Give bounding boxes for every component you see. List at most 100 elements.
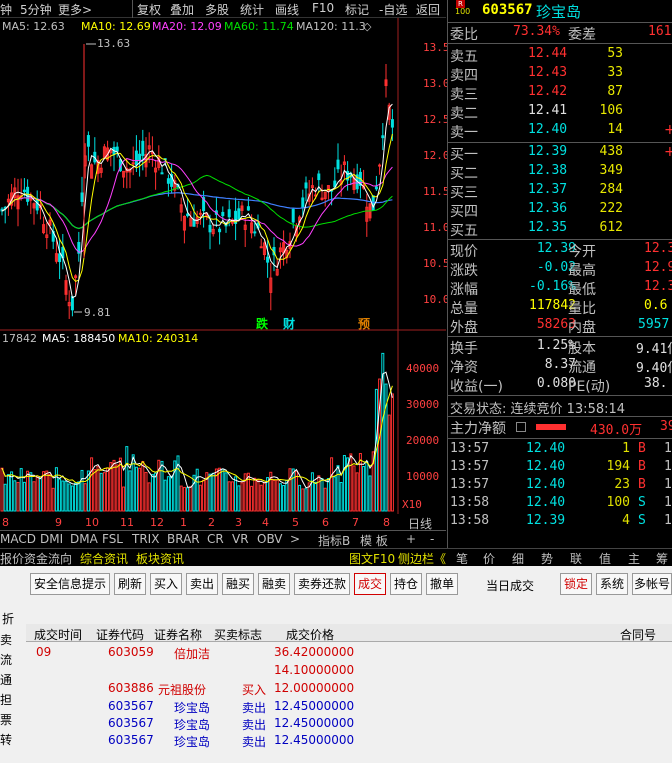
side-nav-item[interactable]: 通 (0, 671, 12, 688)
col-code[interactable]: 证券代码 (96, 626, 144, 643)
stock-code: 603567 (482, 2, 533, 18)
side-nav-item[interactable]: 票 (0, 711, 12, 728)
sell-button[interactable]: 卖出 (186, 573, 218, 595)
info-tab-f10[interactable]: 图文F10 (349, 550, 395, 567)
col-side[interactable]: 买卖标志 (214, 626, 262, 643)
side-nav-item[interactable]: 流 (0, 651, 12, 668)
bid-row[interactable]: 买二 12.38 349 (448, 163, 672, 182)
toolbar-item-fuquan[interactable]: 复权 (137, 1, 161, 18)
bid-row[interactable]: 买四 12.36 222 (448, 201, 672, 220)
main-flow-value: 430.0万 (590, 423, 643, 438)
indicator-tab-trix[interactable]: TRIX (132, 532, 159, 546)
zoom-out-button[interactable]: - (430, 532, 434, 546)
date-tick: 3 (235, 516, 242, 529)
toolbar-item-period-min[interactable]: 钟 (0, 1, 12, 18)
main-flow-detail-icon[interactable] (516, 422, 526, 432)
candle-body (253, 231, 257, 234)
toolbar-item-f10[interactable]: F10 (312, 1, 334, 15)
toolbar-item-stats[interactable]: 统计 (240, 1, 264, 18)
toolbar-item-mark[interactable]: 标记 (345, 1, 369, 18)
date-tick: 7 (352, 516, 359, 529)
side-tab-bi[interactable]: 笔 (456, 550, 468, 567)
side-nav-item[interactable]: 担 (0, 691, 12, 708)
table-row[interactable]: 603567 珍宝岛 卖出 12.45000000 (26, 715, 672, 732)
ask-row[interactable]: 卖四 12.43 33 (448, 65, 672, 84)
candle-body (186, 213, 190, 217)
ask-row[interactable]: 卖五 12.44 53 (448, 46, 672, 65)
indicator-tab-obv[interactable]: OBV (257, 532, 283, 546)
buy-button[interactable]: 买入 (150, 573, 182, 595)
side-tab-xi[interactable]: 细 (512, 550, 524, 567)
info-tab-quote[interactable]: 报价 (0, 550, 24, 567)
sell-repay-button[interactable]: 卖券还款 (294, 573, 350, 595)
side-tab-chou[interactable]: 筹 (656, 550, 668, 567)
multi-account-button[interactable]: 多帐号 (632, 573, 672, 595)
side-tab-jia[interactable]: 价 (483, 550, 495, 567)
lock-button[interactable]: 锁定 (560, 573, 592, 595)
indicator-tab-cr[interactable]: CR (207, 532, 224, 546)
security-info-button[interactable]: 安全信息提示 (30, 573, 110, 595)
info-tab-capital-flow[interactable]: 资金流向 (24, 550, 72, 567)
side-nav-item[interactable]: 卖 (0, 631, 12, 648)
toolbar-item-back[interactable]: 返回 (416, 1, 440, 18)
side-nav-item[interactable]: 折 (2, 610, 14, 627)
side-tab-lian[interactable]: 联 (570, 550, 582, 567)
side-nav-item[interactable]: 转 (0, 731, 12, 748)
margin-buy-button[interactable]: 融买 (222, 573, 254, 595)
table-row[interactable]: 603886 元祖股份 买入 12.00000000 (26, 680, 672, 697)
zoom-in-button[interactable]: + (406, 532, 416, 546)
table-row[interactable]: 09 603059 倍加洁 36.42000000 (26, 644, 672, 661)
indicator-tab-brar[interactable]: BRAR (167, 532, 200, 546)
bid-row[interactable]: 买五 12.35 612 (448, 220, 672, 239)
price-chart[interactable] (0, 18, 446, 331)
indicator-tab-dma[interactable]: DMA (70, 532, 98, 546)
ask-row[interactable]: 卖三 12.42 87 (448, 84, 672, 103)
indicator-tab-macd[interactable]: MACD (0, 532, 36, 546)
filled-orders-button[interactable]: 成交 (354, 573, 386, 595)
indicator-tab-fsl[interactable]: FSL (102, 532, 123, 546)
toolbar-item-multi[interactable]: 多股 (205, 1, 229, 18)
ask-row[interactable]: 卖一 12.40 14 + (448, 122, 672, 141)
marker-cai[interactable]: 财 (283, 315, 295, 332)
col-time[interactable]: 成交时间 (34, 626, 82, 643)
volume-chart[interactable] (0, 331, 446, 514)
indicator-tab-vr[interactable]: VR (232, 532, 249, 546)
toolbar-item-draw[interactable]: 画线 (275, 1, 299, 18)
indicator-tab-b[interactable]: 指标B (318, 532, 350, 549)
marker-yu[interactable]: 预 (358, 315, 370, 332)
toolbar-item-overlay[interactable]: 叠加 (170, 1, 194, 18)
ask-row[interactable]: 卖二 12.41 106 (448, 103, 672, 122)
toolbar-item-5min[interactable]: 5分钟 (20, 1, 52, 18)
cancel-order-button[interactable]: 撤单 (426, 573, 458, 595)
side-tab-shi[interactable]: 势 (541, 550, 553, 567)
positions-button[interactable]: 持仓 (390, 573, 422, 595)
bid-row[interactable]: 买一 12.39 438 + (448, 144, 672, 163)
info-tab-news[interactable]: 综合资讯 (80, 550, 128, 567)
legend-toggle-icon[interactable]: ◇ (363, 20, 371, 33)
col-contract[interactable]: 合同号 (620, 626, 656, 643)
table-row[interactable]: 14.10000000 (26, 662, 672, 679)
toolbar-item-more[interactable]: 更多> (58, 1, 92, 18)
date-tick: 5 (292, 516, 299, 529)
filled-orders-header: 成交时间 证券代码 证券名称 买卖标志 成交价格 合同号 (26, 624, 672, 642)
indicator-tab-dmi[interactable]: DMI (40, 532, 63, 546)
table-row[interactable]: 603567 珍宝岛 卖出 12.45000000 (26, 698, 672, 715)
indicator-tab-template[interactable]: 模 板 (360, 532, 388, 549)
col-price[interactable]: 成交价格 (286, 626, 334, 643)
marker-die[interactable]: 跌 (256, 315, 268, 332)
margin-sell-button[interactable]: 融卖 (258, 573, 290, 595)
side-tab-zhu[interactable]: 主 (628, 550, 640, 567)
toolbar-item-watchlist[interactable]: -自选 (379, 1, 407, 18)
table-row[interactable]: 603567 珍宝岛 卖出 12.45000000 (26, 732, 672, 749)
info-tab-sector-news[interactable]: 板块资讯 (136, 550, 184, 567)
side-tab-zhi[interactable]: 值 (599, 550, 611, 567)
candle-body (218, 228, 222, 233)
col-name[interactable]: 证券名称 (154, 626, 202, 643)
candle-body (237, 208, 241, 220)
bid-row[interactable]: 买三 12.37 284 (448, 182, 672, 201)
sidebar-toggle[interactable]: 侧边栏《 (398, 550, 446, 567)
indicator-tab-more[interactable]: > (290, 532, 300, 546)
tick-row: 13:57 12.40 194 B 1 (450, 459, 672, 474)
system-button[interactable]: 系统 (596, 573, 628, 595)
refresh-button[interactable]: 刷新 (114, 573, 146, 595)
